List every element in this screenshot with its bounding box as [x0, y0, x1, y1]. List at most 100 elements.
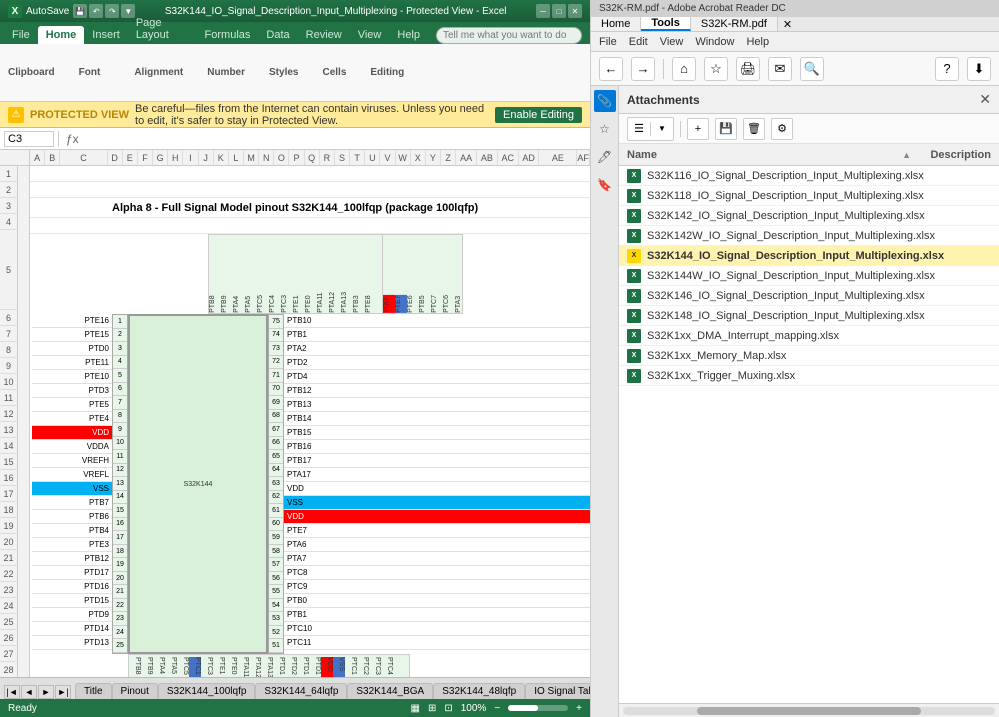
pdf-bookmarks-sidebar-button[interactable]: ☆ — [594, 118, 616, 140]
att-chevron-button[interactable]: ▼ — [651, 118, 673, 140]
att-settings-button[interactable]: ⚙ — [771, 118, 793, 140]
row-11[interactable]: 11 — [0, 390, 18, 406]
pdf-tab-home[interactable]: Home — [591, 17, 641, 31]
col-header-q[interactable]: Q — [305, 150, 320, 165]
maximize-icon[interactable]: □ — [552, 4, 566, 18]
col-header-h[interactable]: H — [168, 150, 183, 165]
row-22[interactable]: 22 — [0, 566, 18, 582]
att-save-button[interactable]: 💾 — [715, 118, 737, 140]
pdf-annotations-sidebar-button[interactable]: 🖊 — [594, 146, 616, 168]
row-1[interactable]: 1 — [0, 166, 18, 182]
col-header-c[interactable]: C — [60, 150, 107, 165]
pdf-email-button[interactable]: ✉ — [768, 57, 792, 81]
att-name-sort-icon[interactable]: ▲ — [902, 150, 911, 160]
row-9[interactable]: 9 — [0, 358, 18, 374]
row-16[interactable]: 16 — [0, 470, 18, 486]
col-header-u[interactable]: U — [365, 150, 380, 165]
col-header-o[interactable]: O — [274, 150, 289, 165]
tab-view[interactable]: View — [350, 26, 390, 44]
att-item-7[interactable]: X S32K148_IO_Signal_Description_Input_Mu… — [619, 306, 999, 326]
col-header-k[interactable]: K — [214, 150, 229, 165]
cell-reference-input[interactable] — [4, 131, 54, 147]
pdf-help-button[interactable]: ? — [935, 57, 959, 81]
zoom-in-icon[interactable]: + — [576, 703, 582, 714]
col-header-ab[interactable]: AB — [477, 150, 498, 165]
pdf-menu-view[interactable]: View — [660, 36, 684, 48]
att-item-10[interactable]: X S32K1xx_Trigger_Muxing.xlsx — [619, 366, 999, 386]
att-item-3[interactable]: X S32K142W_IO_Signal_Description_Input_M… — [619, 226, 999, 246]
att-list-view-button[interactable]: ☰ — [628, 118, 650, 140]
tab-file[interactable]: File — [4, 26, 38, 44]
row-17[interactable]: 17 — [0, 486, 18, 502]
col-header-s[interactable]: S — [335, 150, 350, 165]
col-header-z[interactable]: Z — [441, 150, 456, 165]
col-header-d[interactable]: D — [108, 150, 123, 165]
view-page-icon[interactable]: ⊞ — [428, 703, 436, 714]
att-add-button[interactable]: + — [687, 118, 709, 140]
col-header-b[interactable]: B — [45, 150, 60, 165]
row-5[interactable]: 5 — [0, 230, 18, 310]
att-delete-button[interactable]: 🗑 — [743, 118, 765, 140]
redo-icon[interactable]: ↷ — [105, 4, 119, 18]
row-23[interactable]: 23 — [0, 582, 18, 598]
pdf-attachments-sidebar-button[interactable]: 📎 — [594, 90, 616, 112]
pdf-horizontal-scrollbar[interactable] — [619, 703, 999, 717]
row-10[interactable]: 10 — [0, 374, 18, 390]
col-header-v[interactable]: V — [380, 150, 395, 165]
att-item-5[interactable]: X S32K144W_IO_Signal_Description_Input_M… — [619, 266, 999, 286]
row-6[interactable]: 6 — [0, 310, 18, 326]
col-header-aa[interactable]: AA — [456, 150, 477, 165]
sheet-tab-48lqfp[interactable]: S32K144_48lqfp — [433, 683, 525, 699]
att-item-6[interactable]: X S32K146_IO_Signal_Description_Input_Mu… — [619, 286, 999, 306]
att-item-2[interactable]: X S32K142_IO_Signal_Description_Input_Mu… — [619, 206, 999, 226]
tab-next-button[interactable]: ► — [38, 685, 54, 699]
view-normal-icon[interactable]: ▦ — [411, 703, 420, 714]
tab-prev-button[interactable]: ◄ — [21, 685, 37, 699]
col-header-af[interactable]: AF — [577, 150, 590, 165]
sheet-tab-pinout[interactable]: Pinout — [112, 683, 158, 699]
pdf-search-button[interactable]: 🔍 — [800, 57, 824, 81]
pdf-print-button[interactable]: 🖨 — [736, 57, 760, 81]
col-header-f[interactable]: F — [138, 150, 153, 165]
row-2[interactable]: 2 — [0, 182, 18, 198]
col-header-ac[interactable]: AC — [498, 150, 519, 165]
minimize-icon[interactable]: ─ — [536, 4, 550, 18]
formula-input[interactable] — [86, 132, 586, 146]
tab-insert[interactable]: Insert — [84, 26, 128, 44]
save-icon[interactable]: 💾 — [73, 4, 87, 18]
pdf-tab-tools[interactable]: Tools — [641, 17, 691, 31]
col-header-x[interactable]: X — [411, 150, 426, 165]
enable-editing-button[interactable]: Enable Editing — [495, 107, 582, 123]
att-item-9[interactable]: X S32K1xx_Memory_Map.xlsx — [619, 346, 999, 366]
pdf-menu-help[interactable]: Help — [746, 36, 769, 48]
col-header-g[interactable]: G — [153, 150, 168, 165]
col-header-i[interactable]: I — [183, 150, 198, 165]
col-header-w[interactable]: W — [396, 150, 411, 165]
col-header-r[interactable]: R — [320, 150, 335, 165]
pdf-home-button[interactable]: ⌂ — [672, 57, 696, 81]
row-3[interactable]: 3 — [0, 198, 18, 214]
tab-formulas[interactable]: Formulas — [197, 26, 259, 44]
tab-first-button[interactable]: |◄ — [4, 685, 20, 699]
pdf-layers-sidebar-button[interactable]: 🔖 — [594, 174, 616, 196]
zoom-slider[interactable] — [508, 705, 568, 711]
pdf-download-button[interactable]: ⬇ — [967, 57, 991, 81]
col-header-ae[interactable]: AE — [539, 150, 577, 165]
col-header-ad[interactable]: AD — [519, 150, 540, 165]
row-13[interactable]: 13 — [0, 422, 18, 438]
tab-last-button[interactable]: ►| — [55, 685, 71, 699]
row-7[interactable]: 7 — [0, 326, 18, 342]
pdf-menu-window[interactable]: Window — [695, 36, 734, 48]
sheet-tab-title[interactable]: Title — [75, 683, 112, 699]
row-15[interactable]: 15 — [0, 454, 18, 470]
col-header-y[interactable]: Y — [426, 150, 441, 165]
sheet-tab-bga[interactable]: S32K144_BGA — [347, 683, 433, 699]
pdf-menu-file[interactable]: File — [599, 36, 617, 48]
col-header-n[interactable]: N — [259, 150, 274, 165]
row-21[interactable]: 21 — [0, 550, 18, 566]
attachments-close-button[interactable]: ✕ — [979, 91, 991, 108]
pdf-star-button[interactable]: ☆ — [704, 57, 728, 81]
col-header-t[interactable]: T — [350, 150, 365, 165]
row-27[interactable]: 27 — [0, 646, 18, 662]
view-layout-icon[interactable]: ⊡ — [444, 703, 452, 714]
